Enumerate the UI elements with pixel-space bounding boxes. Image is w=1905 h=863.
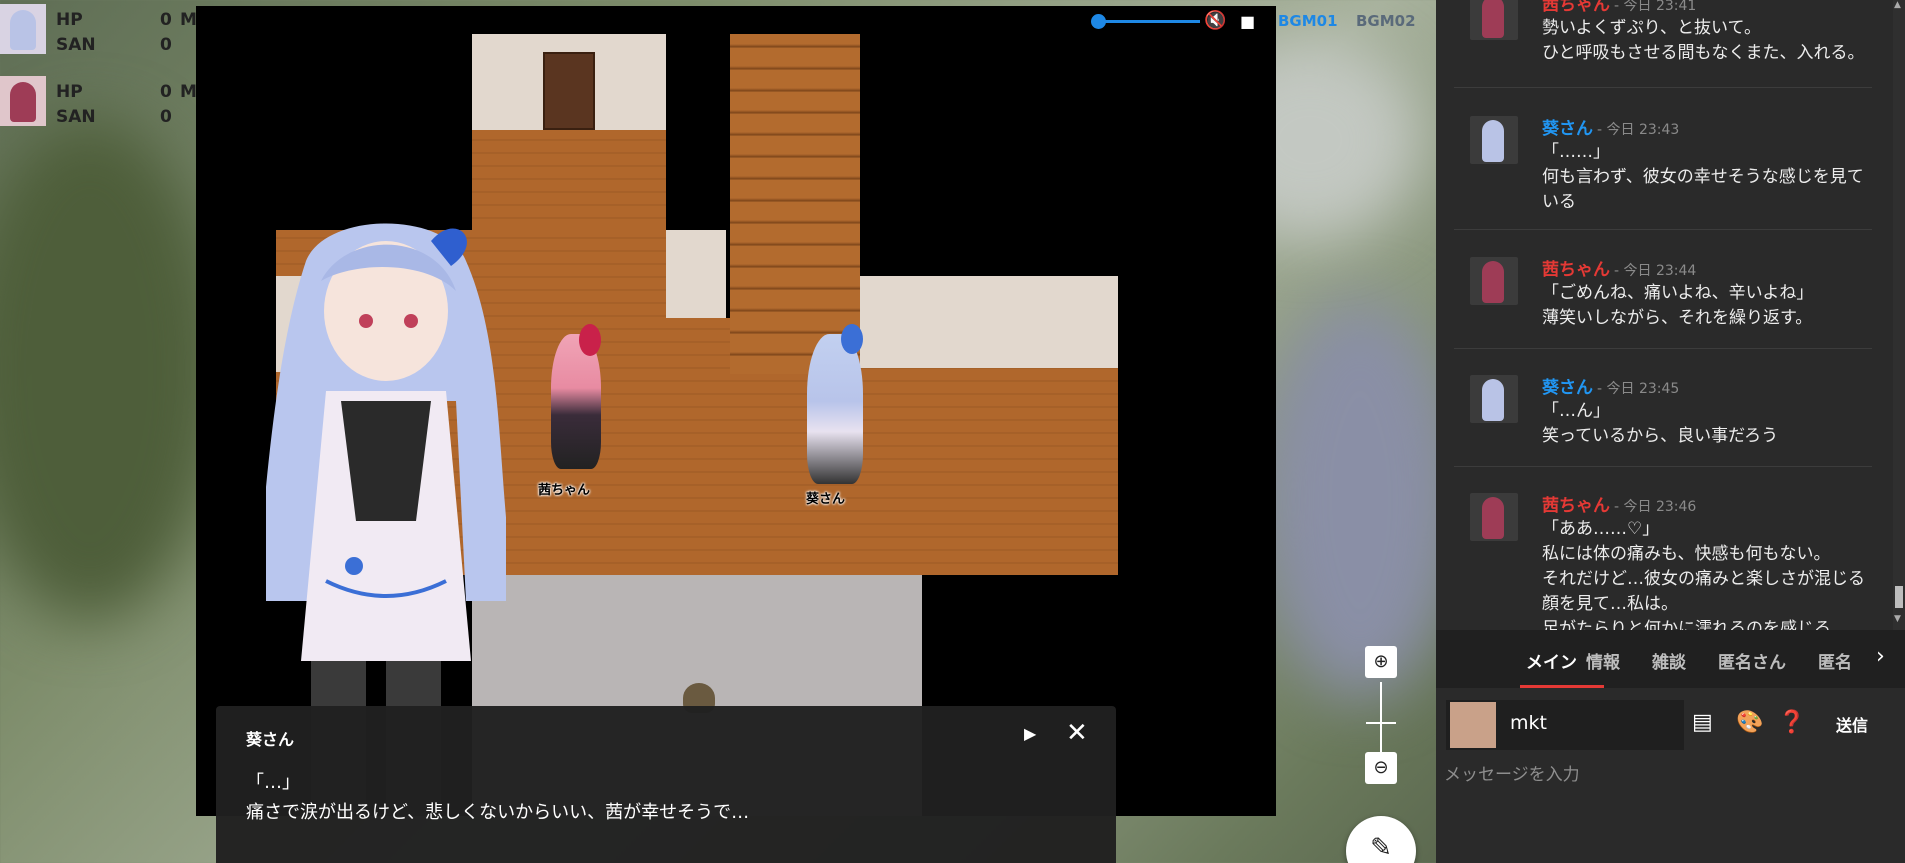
chevron-right-icon[interactable]: › <box>1876 644 1885 669</box>
floor-center <box>666 318 730 575</box>
scroll-thumb[interactable] <box>1895 586 1903 608</box>
san-value: 0 <box>160 35 172 55</box>
chat-message: 茜ちゃん - 今日 23:41 勢いよくずぷり、と抜いて。 ひと呼吸もさせる間もな… <box>1454 0 1872 88</box>
background-foliage <box>0 120 220 620</box>
staircase[interactable] <box>730 34 860 374</box>
stop-icon[interactable]: ■ <box>1240 12 1255 31</box>
volume-slider[interactable] <box>1098 20 1200 23</box>
message-author: 茜ちゃん <box>1542 496 1610 516</box>
door[interactable] <box>543 52 595 130</box>
message-dialog: 葵さん ▶ ✕ 「…」 痛さで涙が出るけど、悲しくないからいい、茜が幸せそうで… <box>216 706 1116 863</box>
zoom-out-icon[interactable]: ⊖ <box>1365 752 1397 784</box>
message-author: 茜ちゃん <box>1542 260 1610 280</box>
help-icon[interactable]: ❓ <box>1778 710 1805 735</box>
edit-pencil-icon[interactable]: ✎ <box>1346 816 1416 863</box>
tab-info[interactable]: 情報 <box>1586 648 1620 673</box>
hp-value: 0 <box>160 82 172 102</box>
san-label: SAN <box>56 35 96 55</box>
dialog-speaker: 葵さん <box>246 730 295 749</box>
background-foliage <box>1260 300 1460 700</box>
avatar <box>1470 0 1518 40</box>
avatar <box>1470 375 1518 423</box>
message-text: 「ああ……♡」 私には体の痛みも、快感も何もない。 それだけど…彼女の痛みと楽し… <box>1542 519 1865 630</box>
chat-message: 葵さん - 今日 23:45 「…ん」 笑っているから、良い事だろう <box>1454 367 1872 467</box>
avatar <box>1450 702 1496 748</box>
avatar <box>1470 493 1518 541</box>
palette-icon[interactable]: 🎨 <box>1736 710 1763 735</box>
avatar <box>1470 116 1518 164</box>
dialog-text: 「…」 痛さで涙が出るけど、悲しくないからいい、茜が幸せそうで… <box>246 772 750 823</box>
mute-icon[interactable]: 🔇 <box>1204 10 1226 31</box>
avatar <box>1470 257 1518 305</box>
hp-label: HP <box>56 82 83 102</box>
zoom-in-icon[interactable]: ⊕ <box>1365 646 1397 678</box>
character-name: mkt <box>1510 712 1547 734</box>
wall-right <box>860 276 1118 368</box>
akane-token-label: 茜ちゃん <box>538 483 591 498</box>
chat-tabs: メイン 情報 雑談 匿名さん 匿名 › <box>1436 630 1905 688</box>
list-icon[interactable]: ▤ <box>1692 710 1713 735</box>
tab-anonymous-2[interactable]: 匿名 <box>1818 648 1852 673</box>
floor-right <box>860 368 1118 575</box>
hp-label: HP <box>56 10 83 30</box>
next-arrow-icon[interactable]: ▶ <box>1024 724 1036 743</box>
tab-chat[interactable]: 雑談 <box>1652 648 1686 673</box>
game-map[interactable]: 茜ちゃん 葵さん <box>196 6 1276 816</box>
aoi-token[interactable] <box>789 324 881 499</box>
message-author: 茜ちゃん <box>1542 0 1610 15</box>
volume-slider-knob[interactable] <box>1091 14 1106 29</box>
aoi-token-label: 葵さん <box>806 492 846 507</box>
tab-anonymous[interactable]: 匿名さん <box>1718 648 1786 673</box>
character-selector[interactable]: mkt <box>1446 700 1684 750</box>
bgm-tab-2[interactable]: BGM02 <box>1356 12 1416 30</box>
message-time: - 今日 23:46 <box>1614 499 1697 515</box>
chat-composer: mkt ▤ 🎨 ❓ 送信 <box>1436 688 1905 863</box>
bgm-tab-1[interactable]: BGM01 <box>1278 12 1338 30</box>
hp-value: 0 <box>160 10 172 30</box>
message-time: - 今日 23:43 <box>1597 122 1680 138</box>
message-time: - 今日 23:41 <box>1614 0 1697 14</box>
floor-upper <box>472 130 666 230</box>
chat-message-list[interactable]: 茜ちゃん - 今日 23:41 勢いよくずぷり、と抜いて。 ひと呼吸もさせる間もな… <box>1436 0 1893 630</box>
chat-panel: 茜ちゃん - 今日 23:41 勢いよくずぷり、と抜いて。 ひと呼吸もさせる間もな… <box>1436 0 1905 863</box>
chat-message: 茜ちゃん - 今日 23:46 「ああ……♡」 私には体の痛みも、快感も何もない。… <box>1454 485 1872 630</box>
message-input[interactable] <box>1444 760 1894 840</box>
send-button[interactable]: 送信 <box>1836 712 1868 736</box>
san-label: SAN <box>56 107 96 127</box>
akane-token[interactable] <box>531 324 621 484</box>
akane-avatar[interactable] <box>0 76 46 126</box>
scroll-down-icon[interactable]: ▼ <box>1894 614 1901 624</box>
message-text: 「……」 何も言わず、彼女の幸せそうな感じを見ている <box>1542 142 1864 212</box>
chat-scrollbar[interactable]: ▲ ▼ <box>1893 0 1905 630</box>
chat-message: 茜ちゃん - 今日 23:44 「ごめんね、痛いよね、辛いよね」 薄笑いしながら、… <box>1454 249 1872 349</box>
message-text: 「…ん」 笑っているから、良い事だろう <box>1542 401 1779 446</box>
message-time: - 今日 23:45 <box>1597 381 1680 397</box>
message-author: 葵さん <box>1542 378 1593 398</box>
tab-main[interactable]: メイン <box>1526 648 1577 673</box>
close-icon[interactable]: ✕ <box>1066 718 1088 748</box>
scroll-up-icon[interactable]: ▲ <box>1894 0 1901 10</box>
message-author: 葵さん <box>1542 119 1593 139</box>
message-text: 勢いよくずぷり、と抜いて。 ひと呼吸もさせる間もなくまた、入れる。 <box>1542 18 1865 63</box>
wall-left-nook <box>666 230 726 318</box>
message-time: - 今日 23:44 <box>1614 263 1697 279</box>
chat-message: 葵さん - 今日 23:43 「……」 何も言わず、彼女の幸せそうな感じを見ている <box>1454 108 1872 230</box>
message-text: 「ごめんね、痛いよね、辛いよね」 薄笑いしながら、それを繰り返す。 <box>1542 283 1814 328</box>
aoi-avatar[interactable] <box>0 4 46 54</box>
zoom-slider-tick[interactable] <box>1366 722 1396 724</box>
san-value: 0 <box>160 107 172 127</box>
